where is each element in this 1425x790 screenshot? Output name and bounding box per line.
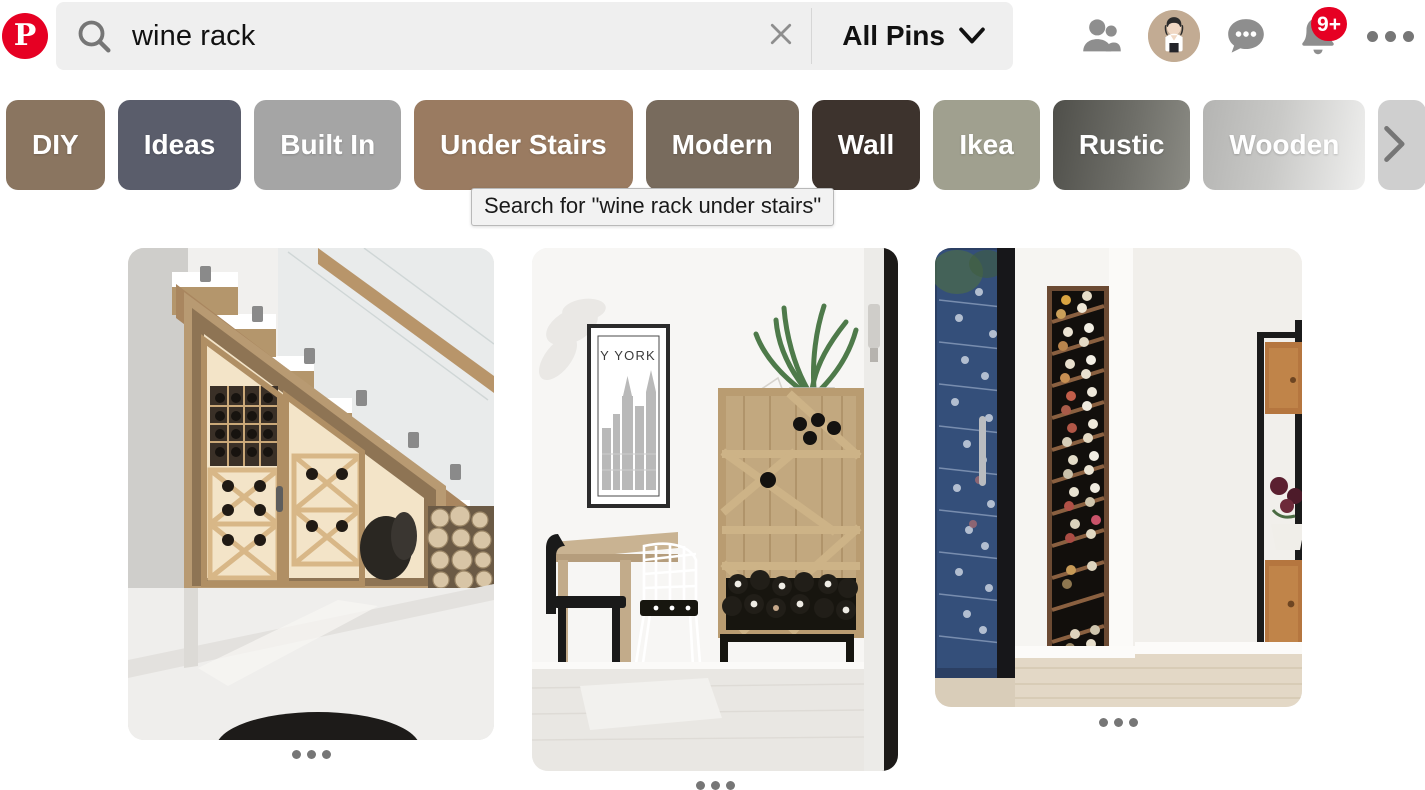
clear-search-button[interactable] [751, 2, 811, 70]
filter-chip-wall[interactable]: Wall [811, 100, 921, 190]
search-input-value: wine rack [132, 19, 256, 52]
pin-results-grid: Y YORK [0, 248, 1425, 790]
top-navigation-bar: P wine rack All Pins 9+ [0, 0, 1425, 72]
search-bar: wine rack All Pins [56, 2, 1013, 70]
close-icon [766, 19, 796, 54]
profile-button[interactable] [1143, 5, 1205, 67]
scroll-right-button[interactable] [1369, 122, 1417, 170]
filter-chip-ideas[interactable]: Ideas [117, 100, 242, 190]
pin-card-under-stairs-wine-cellar[interactable] [128, 248, 494, 759]
filter-chip-ikea[interactable]: Ikea [933, 100, 1040, 190]
header-actions: 9+ [1013, 5, 1425, 67]
chip-label: Rustic [1078, 129, 1165, 160]
chip-label: Ikea [959, 129, 1014, 160]
chip-label: Under Stairs [440, 129, 607, 160]
filter-chip-rustic[interactable]: Rustic [1052, 100, 1191, 190]
pin-card-recessed-wall-wine-rack[interactable] [935, 248, 1302, 727]
pin-image[interactable]: Y YORK [532, 248, 898, 771]
chip-label: Built In [280, 129, 376, 160]
people-button[interactable] [1071, 5, 1133, 67]
pin-image[interactable] [935, 248, 1302, 707]
more-horizontal-icon [1366, 30, 1414, 42]
messages-button[interactable] [1215, 5, 1277, 67]
chip-label: DIY [32, 129, 79, 160]
chevron-right-icon [1371, 122, 1415, 171]
pinterest-logo[interactable]: P [2, 13, 48, 59]
pin-more-options-button[interactable] [935, 718, 1302, 727]
search-suggestion-tooltip: Search for "wine rack under stairs" [471, 188, 835, 226]
pin-more-options-button[interactable] [128, 750, 494, 759]
pin-card-chevron-wine-cabinet[interactable]: Y YORK [532, 248, 898, 790]
all-pins-filter-dropdown[interactable]: All Pins [812, 2, 1013, 70]
pin-image[interactable] [128, 248, 494, 740]
avatar [1148, 10, 1200, 62]
search-input[interactable]: wine rack [56, 2, 751, 70]
chip-label: Modern [671, 129, 773, 160]
filter-chip-built-in[interactable]: Built In [254, 100, 402, 190]
more-options-button[interactable] [1359, 5, 1421, 67]
svg-text:Y YORK: Y YORK [600, 348, 656, 363]
people-icon [1079, 13, 1125, 59]
filter-chip-diy[interactable]: DIY [6, 100, 105, 190]
chevron-down-icon [959, 27, 985, 45]
filter-chip-bar: DIY Ideas Built In Under Stairs Modern W… [0, 100, 1425, 195]
chat-icon [1223, 13, 1269, 59]
search-icon [74, 16, 114, 56]
filter-chip-wooden[interactable]: Wooden [1203, 100, 1366, 190]
notification-badge: 9+ [1311, 7, 1347, 41]
pin-more-options-button[interactable] [532, 781, 898, 790]
all-pins-label: All Pins [842, 20, 945, 51]
filter-chip-under-stairs[interactable]: Under Stairs [414, 100, 633, 190]
filter-chip-modern[interactable]: Modern [645, 100, 799, 190]
chip-label: Wall [837, 129, 895, 160]
pinterest-logo-glyph: P [13, 18, 37, 53]
notifications-button[interactable]: 9+ [1287, 5, 1349, 67]
chip-label: Ideas [143, 129, 216, 160]
chip-label: Wooden [1229, 129, 1340, 160]
